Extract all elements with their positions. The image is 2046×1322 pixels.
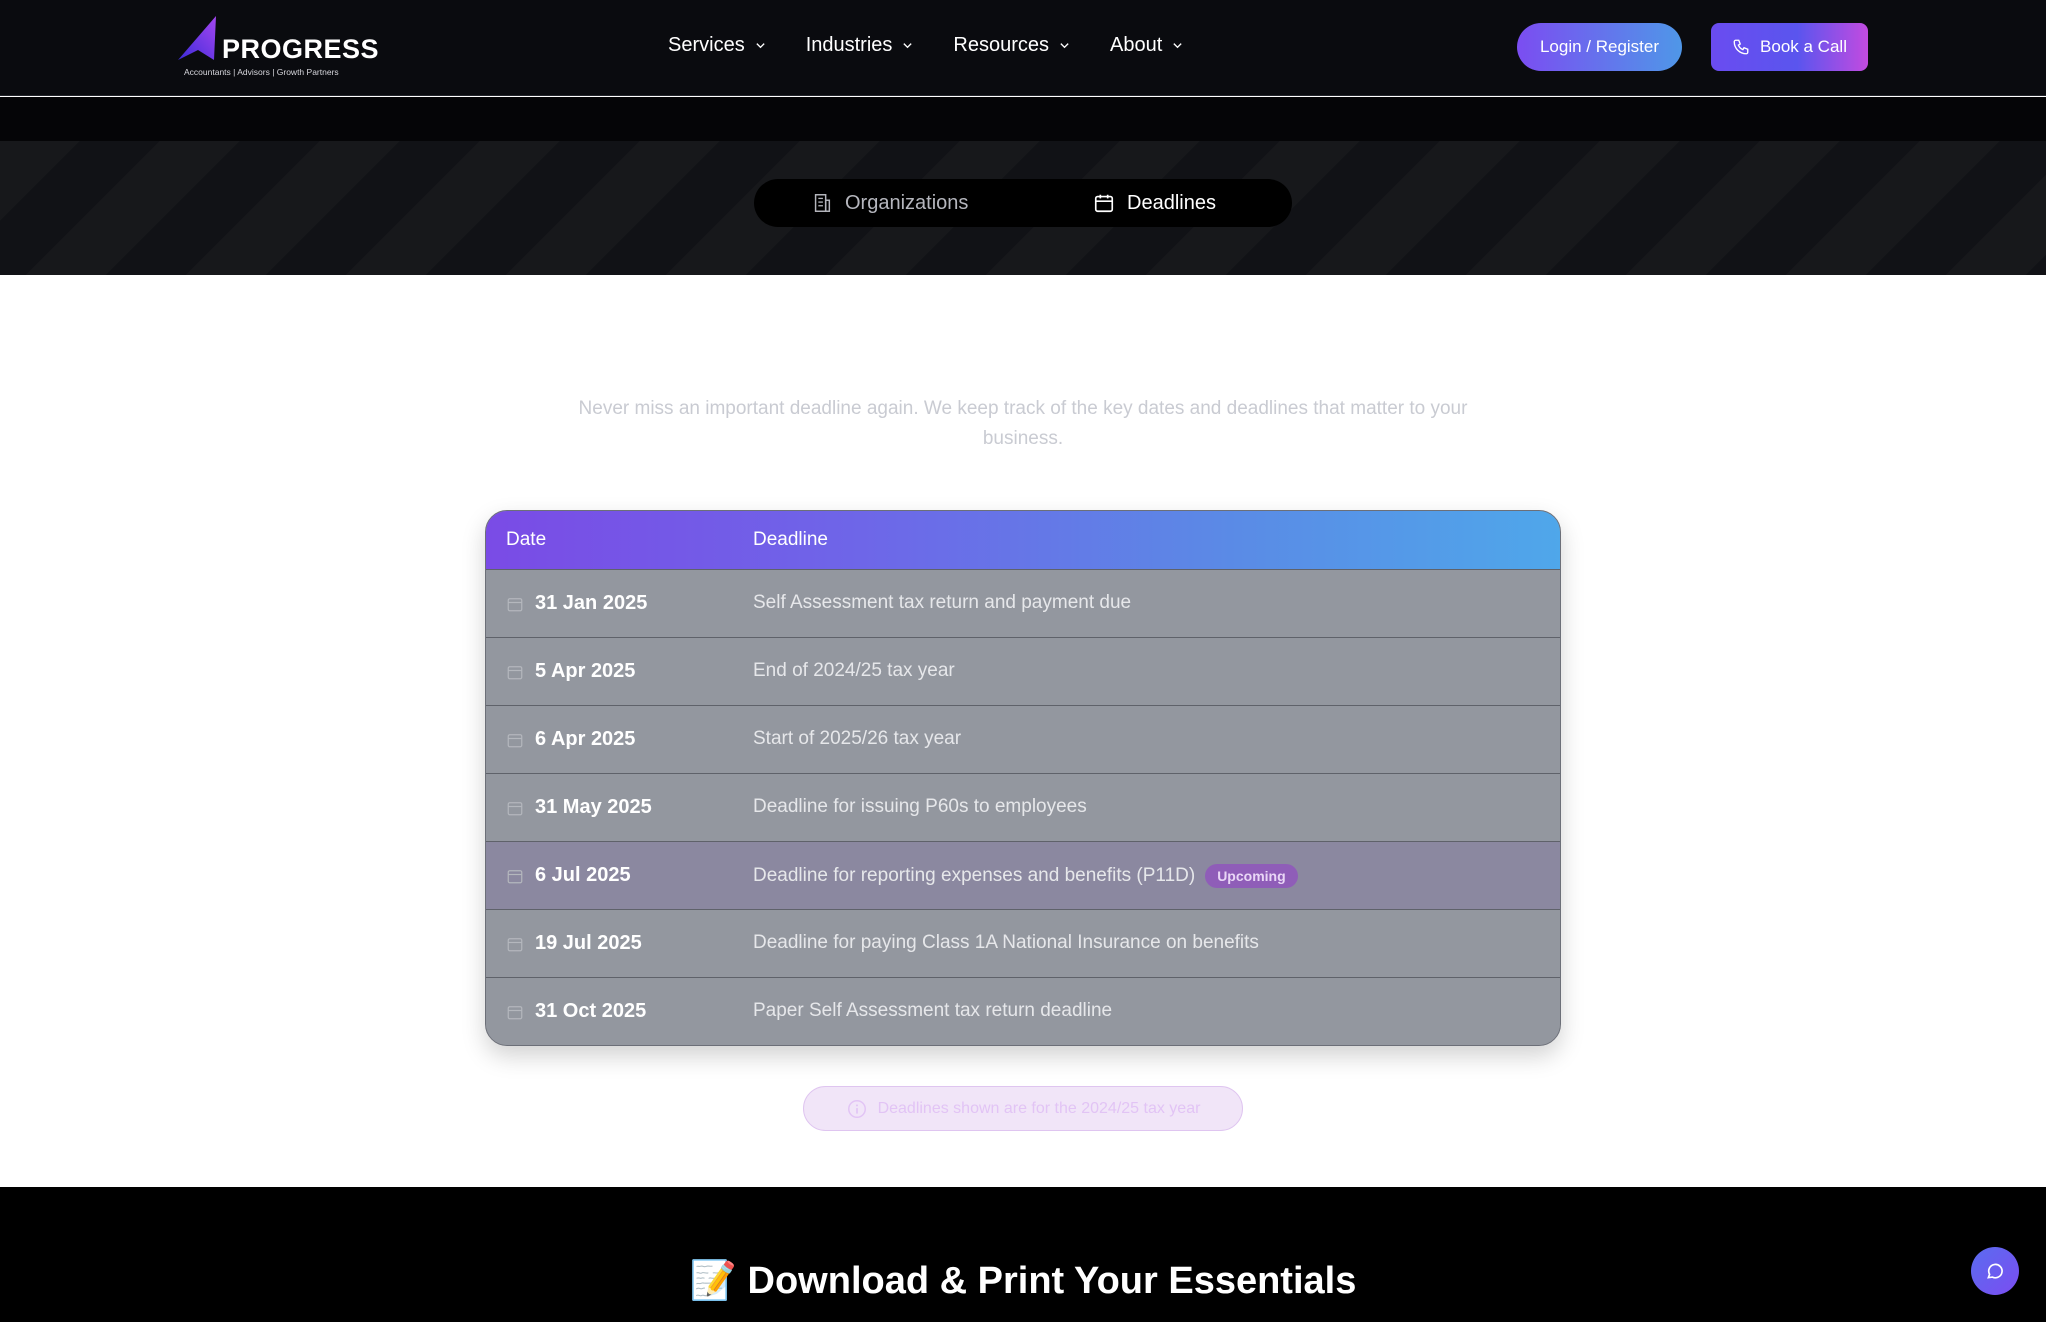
site-header: PROGRESS Accountants | Advisors | Growth… (0, 0, 2046, 96)
row-deadline-text: Self Assessment tax return and payment d… (753, 592, 1132, 613)
tab-organizations[interactable]: Organizations (811, 179, 968, 227)
table-row: 5 Apr 2025 End of 2024/25 tax year (486, 637, 1560, 705)
table-row-upcoming: 6 Jul 2025 Deadline for reporting expens… (486, 841, 1560, 909)
triangle-logo-icon (178, 16, 216, 60)
table-row: 6 Apr 2025 Start of 2025/26 tax year (486, 705, 1560, 773)
nav-label: About (1110, 34, 1163, 56)
tax-year-note: Deadlines shown are for the 2024/25 tax … (803, 1086, 1243, 1131)
row-date: 5 Apr 2025 (535, 660, 636, 682)
nav-industries[interactable]: Industries (806, 34, 914, 57)
calendar-icon (507, 802, 523, 816)
deadlines-table: Date Deadline 31 Jan 2025 Self Assessmen… (485, 510, 1561, 1046)
brand-name: PROGRESS (222, 34, 380, 64)
row-deadline: Start of 2025/26 tax year (753, 728, 961, 750)
calendar-icon (507, 938, 523, 952)
row-deadline: End of 2024/25 tax year (753, 660, 955, 682)
login-register-button[interactable]: Login / Register (1517, 23, 1682, 71)
row-deadline-text: End of 2024/25 tax year (753, 660, 955, 681)
chat-launcher-button[interactable] (1971, 1247, 2019, 1295)
row-date: 31 Oct 2025 (535, 1000, 647, 1022)
nav-label: Resources (953, 34, 1050, 56)
intro-text: Never miss an important deadline again. … (578, 398, 1468, 449)
memo-emoji: 📝 (689, 1260, 737, 1302)
note-text: Deadlines shown are for the 2024/25 tax … (877, 1099, 1201, 1117)
row-deadline-text: Deadline for issuing P60s to employees (753, 796, 1087, 817)
row-deadline-text: Paper Self Assessment tax return deadlin… (753, 1000, 1113, 1021)
nav-services[interactable]: Services (668, 34, 766, 57)
row-date: 31 May 2025 (535, 796, 652, 818)
chevron-down-icon (1060, 43, 1069, 49)
table-row: 19 Jul 2025 Deadline for paying Class 1A… (486, 909, 1560, 977)
book-call-label: Book a Call (1760, 37, 1847, 56)
chevron-down-icon (756, 43, 765, 49)
chevron-down-icon (903, 43, 913, 49)
chat-bubble-icon (1987, 1263, 2003, 1279)
row-date: 31 Jan 2025 (535, 592, 648, 614)
upcoming-badge: Upcoming (1205, 864, 1298, 888)
table-header: Date Deadline (486, 511, 1560, 569)
row-date: 19 Jul 2025 (535, 932, 642, 954)
row-date: 6 Jul 2025 (535, 864, 631, 886)
row-deadline: Deadline for reporting expenses and bene… (753, 864, 1298, 888)
row-deadline: Paper Self Assessment tax return deadlin… (753, 1000, 1112, 1022)
tab-label: Organizations (845, 191, 969, 214)
calendar-icon (507, 734, 523, 748)
info-icon (847, 1099, 866, 1118)
column-header-deadline: Deadline (753, 529, 828, 550)
row-deadline-text: Deadline for paying Class 1A National In… (753, 932, 1259, 953)
row-deadline-text: Start of 2025/26 tax year (753, 728, 962, 749)
building-icon (814, 194, 831, 212)
table-row: 31 Oct 2025 Paper Self Assessment tax re… (486, 977, 1560, 1045)
nav-label: Industries (805, 34, 893, 56)
nav-label: Services (668, 34, 745, 56)
column-header-date: Date (506, 529, 547, 550)
book-call-button[interactable]: Book a Call (1711, 23, 1868, 71)
tab-label: Deadlines (1127, 191, 1216, 214)
view-tabs: Organizations Deadlines (754, 179, 1292, 227)
calendar-icon (1094, 194, 1114, 213)
phone-icon (1733, 39, 1749, 55)
chevron-down-icon (1173, 43, 1182, 49)
row-deadline: Deadline for issuing P60s to employees (753, 796, 1087, 818)
tab-deadlines[interactable]: Deadlines (1093, 179, 1216, 227)
download-title: Download & Print Your Essentials (747, 1260, 1357, 1302)
calendar-icon (507, 1006, 523, 1020)
table-row: 31 May 2025 Deadline for issuing P60s to… (486, 773, 1560, 841)
brand-tagline: Accountants | Advisors | Growth Partners (184, 67, 339, 77)
nav-about[interactable]: About (1110, 34, 1183, 57)
brand-logo[interactable]: PROGRESS Accountants | Advisors | Growth… (178, 16, 379, 80)
calendar-icon (507, 666, 523, 680)
header-strip (0, 97, 2046, 141)
row-deadline: Deadline for paying Class 1A National In… (753, 932, 1259, 954)
row-date: 6 Apr 2025 (535, 728, 636, 750)
row-deadline-text: Deadline for reporting expenses and bene… (753, 865, 1196, 886)
calendar-icon (507, 870, 523, 884)
main-nav: Services Industries Resources About (668, 34, 1183, 57)
download-heading: 📝 Download & Print Your Essentials (0, 1259, 2046, 1303)
calendar-icon (507, 598, 523, 612)
nav-resources[interactable]: Resources (953, 34, 1070, 57)
row-deadline: Self Assessment tax return and payment d… (753, 592, 1131, 614)
table-row: 31 Jan 2025 Self Assessment tax return a… (486, 569, 1560, 637)
